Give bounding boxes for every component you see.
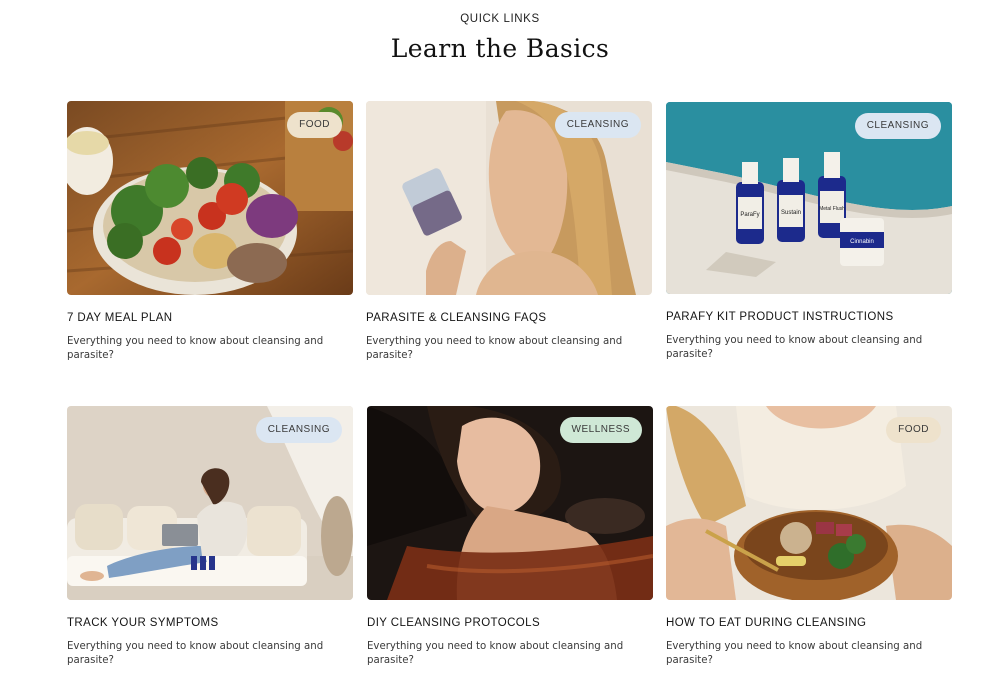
tag-badge: FOOD [287,112,342,138]
woman-eating-bowl-image[interactable]: FOOD [666,406,952,600]
card-how-to-eat-during-cleansing[interactable]: FOOD HOW TO EAT DURING CLEANSING Everyth… [666,406,952,668]
bottle-label-parafy: ParaFy [740,212,759,218]
salad-bowl-image[interactable]: FOOD [67,101,353,295]
tag-badge: CLEANSING [554,112,641,138]
card-description: Everything you need to know about cleans… [367,641,624,666]
card-description: Everything you need to know about cleans… [666,335,923,360]
card-title[interactable]: HOW TO EAT DURING CLEANSING [666,617,952,629]
card-description: Everything you need to know about cleans… [67,336,324,361]
product-bottles-poolside-image[interactable]: ParaFy Sustain Metal Flush Cinnabin CLEA… [666,102,952,294]
woman-on-sofa-laptop-image[interactable]: CLEANSING [67,406,353,600]
card-title[interactable]: 7 DAY MEAL PLAN [67,312,353,324]
card-title[interactable]: DIY CLEANSING PROTOCOLS [367,617,653,629]
tag-badge: FOOD [886,417,941,443]
card-parafy-kit-product-instructions[interactable]: ParaFy Sustain Metal Flush Cinnabin CLEA… [666,102,952,362]
tag-badge: WELLNESS [559,417,642,443]
woman-drinking-image[interactable]: CLEANSING [366,101,652,295]
card-description: Everything you need to know about cleans… [67,641,324,666]
card-parasite-cleansing-faqs[interactable]: CLEANSING PARASITE & CLEANSING FAQS Ever… [366,101,652,363]
card-title[interactable]: PARASITE & CLEANSING FAQS [366,312,652,324]
section-eyebrow: QUICK LINKS [460,13,540,25]
card-description: Everything you need to know about cleans… [366,336,623,361]
tag-badge: CLEANSING [255,417,342,443]
card-title[interactable]: PARAFY KIT PRODUCT INSTRUCTIONS [666,311,952,323]
tag-badge: CLEANSING [854,113,941,139]
card-diy-cleansing-protocols[interactable]: WELLNESS DIY CLEANSING PROTOCOLS Everyth… [367,406,653,668]
card-description: Everything you need to know about cleans… [666,641,923,666]
woman-in-bath-image[interactable]: WELLNESS [367,406,653,600]
card-track-your-symptoms[interactable]: CLEANSING TRACK YOUR SYMPTOMS Everything… [67,406,353,668]
bottle-label-sustain: Sustain [781,210,801,216]
bottle-label-metal-flush: Metal Flush [819,206,845,212]
section-title: Learn the Basics [390,34,610,63]
card-title[interactable]: TRACK YOUR SYMPTOMS [67,617,353,629]
card-7-day-meal-plan[interactable]: FOOD 7 DAY MEAL PLAN Everything you need… [67,101,353,363]
jar-label-cinnabin: Cinnabin [850,239,874,245]
